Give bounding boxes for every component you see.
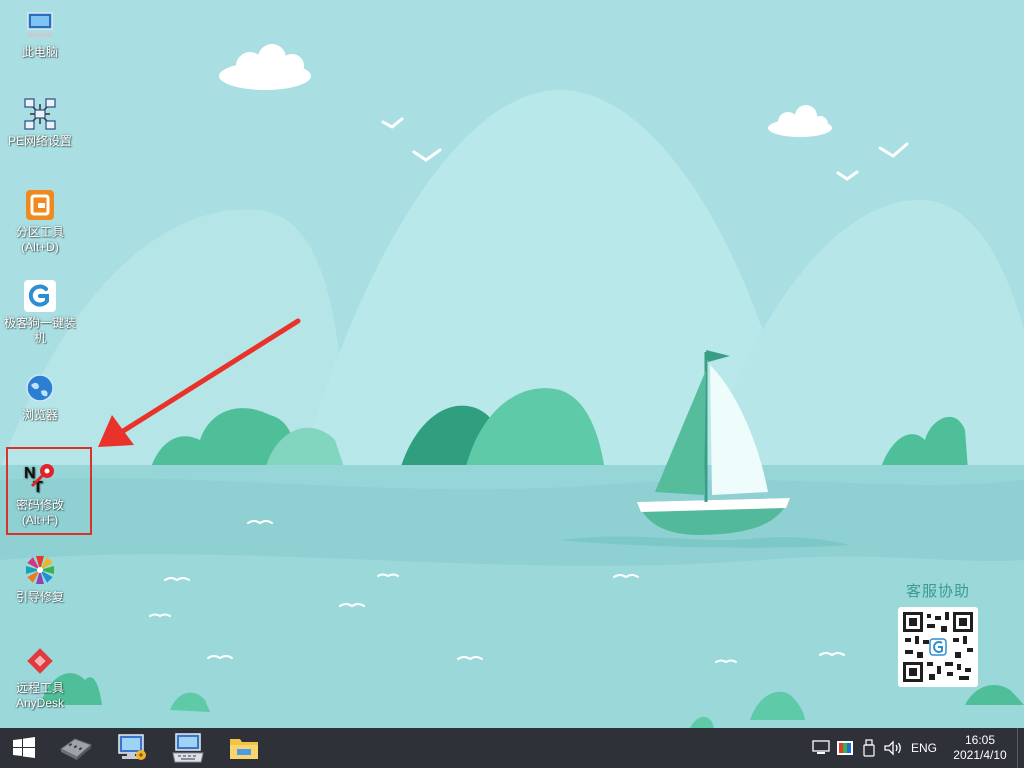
file-explorer-icon <box>230 739 258 759</box>
desktop-icon-this-pc[interactable]: 此电脑 <box>2 8 78 60</box>
clock-time: 16:05 <box>964 733 996 747</box>
desktop-icon-label: 浏览器 <box>21 408 58 422</box>
taskbar-file-explorer[interactable] <box>216 728 272 768</box>
network-status-icon <box>812 740 830 754</box>
taskbar-network-monitor[interactable] <box>104 728 160 768</box>
tray-display[interactable] <box>835 728 855 768</box>
partition-tool-icon <box>23 188 57 222</box>
taskbar-keyboard[interactable] <box>160 728 216 768</box>
taskbar-clock[interactable]: 16:05 2021/4/10 <box>947 733 1013 763</box>
geekdog-installer-icon <box>23 279 57 313</box>
tray-network[interactable] <box>811 728 831 768</box>
desktop-icon-label: PE网络设置 <box>7 134 72 148</box>
display-icon <box>836 741 853 755</box>
system-tray: ENG 16:05 2021/4/10 <box>809 728 1024 768</box>
desktop-icon-label: 此电脑 <box>21 45 58 59</box>
anydesk-icon <box>23 644 57 678</box>
boot-repair-icon <box>23 553 57 587</box>
desktop-icon-password-reset[interactable]: N T 密码修改 (Alt+F) <box>2 461 78 528</box>
desktop-icon-label: 引导修复 <box>15 590 64 604</box>
drive-tool-icon <box>60 738 92 760</box>
password-reset-icon: N T <box>23 461 57 495</box>
computer-icon <box>23 8 57 42</box>
desktop-icon-partition-tool[interactable]: 分区工具 (Alt+D) <box>2 188 78 255</box>
desktop-icon-label: 密码修改 (Alt+F) <box>15 498 64 527</box>
desktop-icon-label: 分区工具 (Alt+D) <box>15 225 64 254</box>
desktop-icon-pe-network[interactable]: PE网络设置 <box>2 97 78 149</box>
windows-start-icon <box>13 737 35 758</box>
input-language-indicator[interactable]: ENG <box>911 741 937 755</box>
tray-volume[interactable] <box>883 728 903 768</box>
qr-code-icon <box>898 607 978 687</box>
volume-icon <box>884 740 901 756</box>
desktop-icon-label: 极客狗一键装机 <box>3 316 76 345</box>
browser-icon <box>23 371 57 405</box>
desktop-icon-anydesk[interactable]: 远程工具 AnyDesk <box>2 644 78 711</box>
tray-usb[interactable] <box>859 728 879 768</box>
keyboard-icon <box>172 733 204 763</box>
qr-title: 客服协助 <box>905 583 970 600</box>
usb-icon <box>863 739 875 757</box>
show-desktop-button[interactable] <box>1017 728 1024 768</box>
start-button[interactable] <box>0 728 48 768</box>
taskbar: ENG 16:05 2021/4/10 <box>0 728 1024 768</box>
desktop-icon-browser[interactable]: 浏览器 <box>2 371 78 423</box>
network-monitor-icon <box>118 734 146 760</box>
taskbar-drive-tool[interactable] <box>48 728 104 768</box>
desktop-icon-geekdog[interactable]: 极客狗一键装机 <box>2 279 78 346</box>
support-qr-panel: 客服协助 <box>896 580 980 687</box>
network-icon <box>23 97 57 131</box>
desktop-icon-boot-repair[interactable]: 引导修复 <box>2 553 78 605</box>
red-pointer-arrow <box>98 318 301 447</box>
clock-date: 2021/4/10 <box>953 748 1007 762</box>
desktop-icon-label: 远程工具 AnyDesk <box>15 681 65 710</box>
